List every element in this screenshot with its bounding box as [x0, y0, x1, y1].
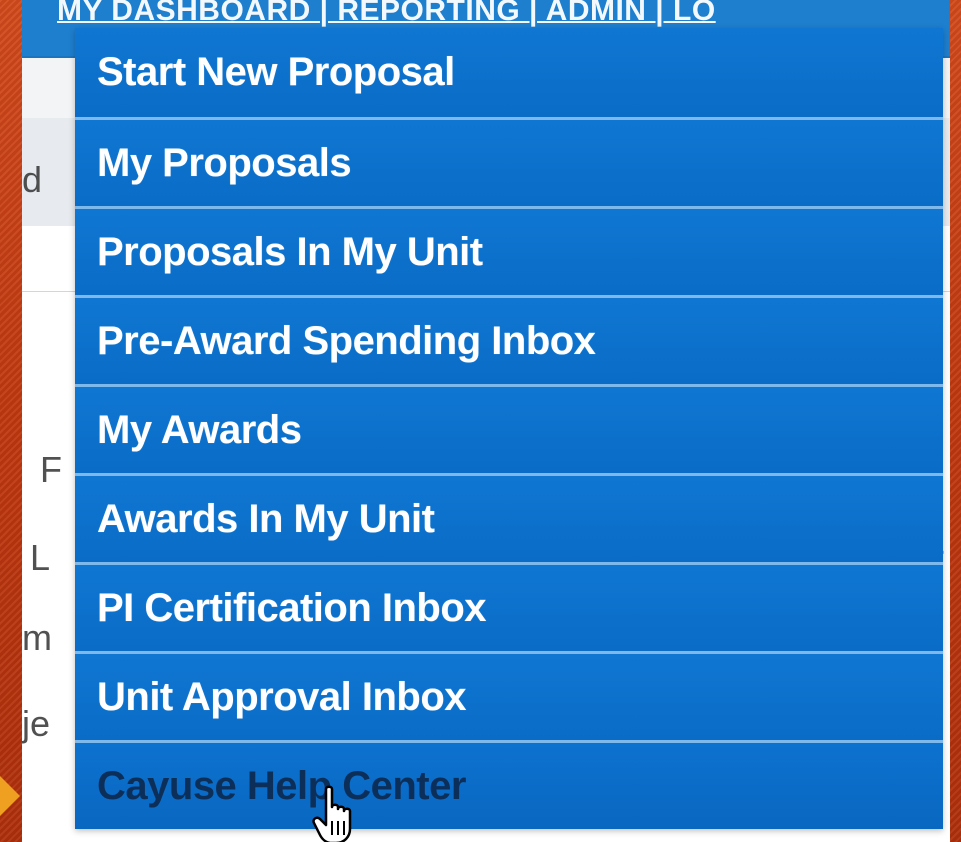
menu-item-pi-certification-inbox[interactable]: PI Certification Inbox — [75, 562, 943, 651]
background-text-fragment: m — [22, 617, 52, 658]
menu-item-label: My Awards — [97, 407, 302, 452]
background-text-fragment: je — [22, 703, 51, 744]
top-nav-links[interactable]: MY DASHBOARD | REPORTING | ADMIN | LO — [57, 0, 716, 28]
menu-item-label: My Proposals — [97, 140, 352, 185]
menu-item-label: Proposals In My Unit — [97, 229, 483, 274]
menu-item-cayuse-help-center[interactable]: Cayuse Help Center — [75, 740, 943, 829]
background-text-fragment: F — [40, 449, 62, 490]
menu-item-label: Cayuse Help Center — [97, 763, 466, 808]
menu-item-my-awards[interactable]: My Awards — [75, 384, 943, 473]
menu-item-label: Start New Proposal — [97, 50, 455, 94]
background-text-fragment: d — [22, 159, 43, 200]
play-arrow-icon — [0, 776, 20, 816]
menu-item-proposals-in-my-unit[interactable]: Proposals In My Unit — [75, 206, 943, 295]
menu-item-my-proposals[interactable]: My Proposals — [75, 117, 943, 206]
menu-item-label: Awards In My Unit — [97, 496, 435, 541]
background-text-fragment: L — [30, 537, 51, 578]
dropdown-menu: Start New Proposal My Proposals Proposal… — [75, 28, 943, 829]
hand-pointer-icon — [312, 785, 352, 842]
menu-item-awards-in-my-unit[interactable]: Awards In My Unit — [75, 473, 943, 562]
menu-item-label: PI Certification Inbox — [97, 585, 487, 630]
menu-item-label: Unit Approval Inbox — [97, 674, 467, 719]
app-window: MY DASHBOARD | REPORTING | ADMIN | LO d … — [22, 0, 950, 842]
menu-item-pre-award-spending-inbox[interactable]: Pre-Award Spending Inbox — [75, 295, 943, 384]
menu-item-unit-approval-inbox[interactable]: Unit Approval Inbox — [75, 651, 943, 740]
menu-item-start-new-proposal[interactable]: Start New Proposal — [75, 28, 943, 117]
menu-item-label: Pre-Award Spending Inbox — [97, 318, 596, 363]
